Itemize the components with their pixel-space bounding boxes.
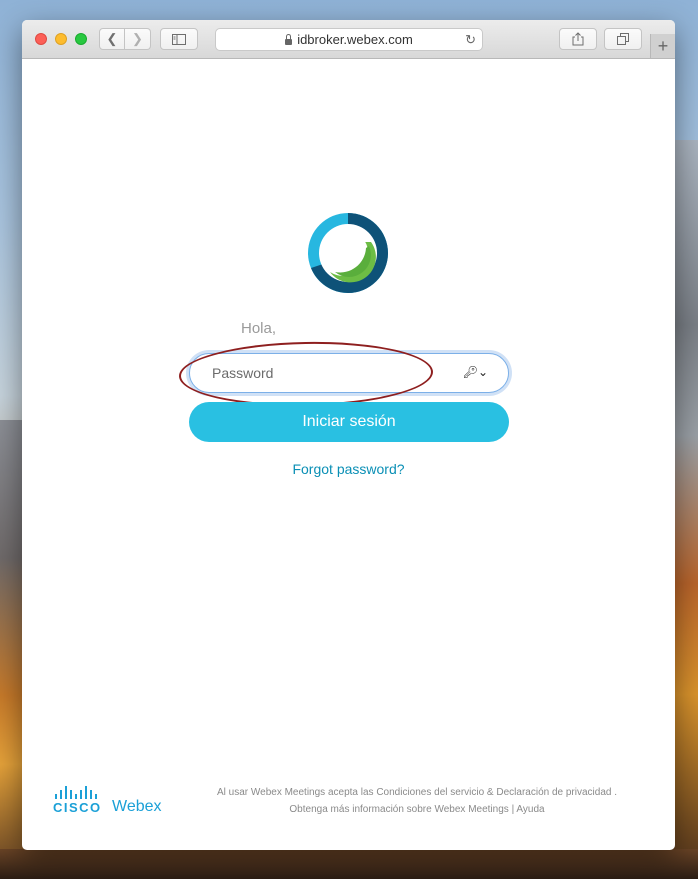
password-field[interactable]: 🔑︎⌄	[189, 353, 509, 393]
chevron-left-icon: ❮	[106, 31, 118, 46]
reload-icon[interactable]: ↻	[465, 32, 476, 48]
footer-info-line: Obtenga más información sobre Webex Meet…	[192, 801, 642, 818]
password-key-icon[interactable]: 🔑︎⌄	[463, 365, 488, 379]
sidebar-icon	[172, 33, 186, 45]
address-bar[interactable]: idbroker.webex.com ↻	[215, 28, 483, 51]
help-link[interactable]: Ayuda	[516, 804, 544, 815]
browser-toolbar: ❮ ❯ idbroker.webex.com ↻ +	[22, 20, 675, 59]
webex-wordmark: Webex	[112, 798, 162, 815]
password-input[interactable]	[210, 364, 454, 382]
share-icon	[572, 32, 584, 46]
chevron-right-icon: ❯	[132, 31, 143, 46]
greeting-text: Hola,	[241, 320, 277, 337]
cisco-webex-logo: CISCO Webex	[53, 786, 173, 820]
footer-separator: |	[511, 804, 515, 815]
webex-logo	[308, 213, 388, 293]
tabs-button[interactable]	[604, 28, 642, 50]
plus-icon: +	[657, 35, 669, 56]
forgot-password-link[interactable]: Forgot password?	[22, 461, 675, 477]
tabs-icon	[617, 33, 629, 45]
lock-icon	[285, 33, 293, 45]
new-tab-button[interactable]: +	[650, 34, 675, 58]
signin-button[interactable]: Iniciar sesión	[189, 402, 509, 442]
close-window-button[interactable]	[35, 33, 47, 45]
cisco-wordmark: CISCO	[53, 800, 102, 815]
url-text: idbroker.webex.com	[297, 32, 413, 47]
footer-terms-text: Al usar Webex Meetings acepta las Condic…	[216, 787, 618, 798]
desktop-wallpaper-right	[673, 140, 698, 879]
footer-info-link[interactable]: Obtenga más información sobre Webex Meet…	[289, 804, 508, 815]
forward-button[interactable]: ❯	[125, 28, 151, 50]
browser-window: ❮ ❯ idbroker.webex.com ↻ + Hola, 🔑︎⌄ Ini…	[22, 20, 675, 850]
desktop-wallpaper-bottom	[0, 849, 698, 879]
share-button[interactable]	[559, 28, 597, 50]
sidebar-button[interactable]	[160, 28, 198, 50]
back-button[interactable]: ❮	[99, 28, 125, 50]
navigation-buttons: ❮ ❯	[99, 28, 151, 50]
minimize-window-button[interactable]	[55, 33, 67, 45]
zoom-window-button[interactable]	[75, 33, 87, 45]
